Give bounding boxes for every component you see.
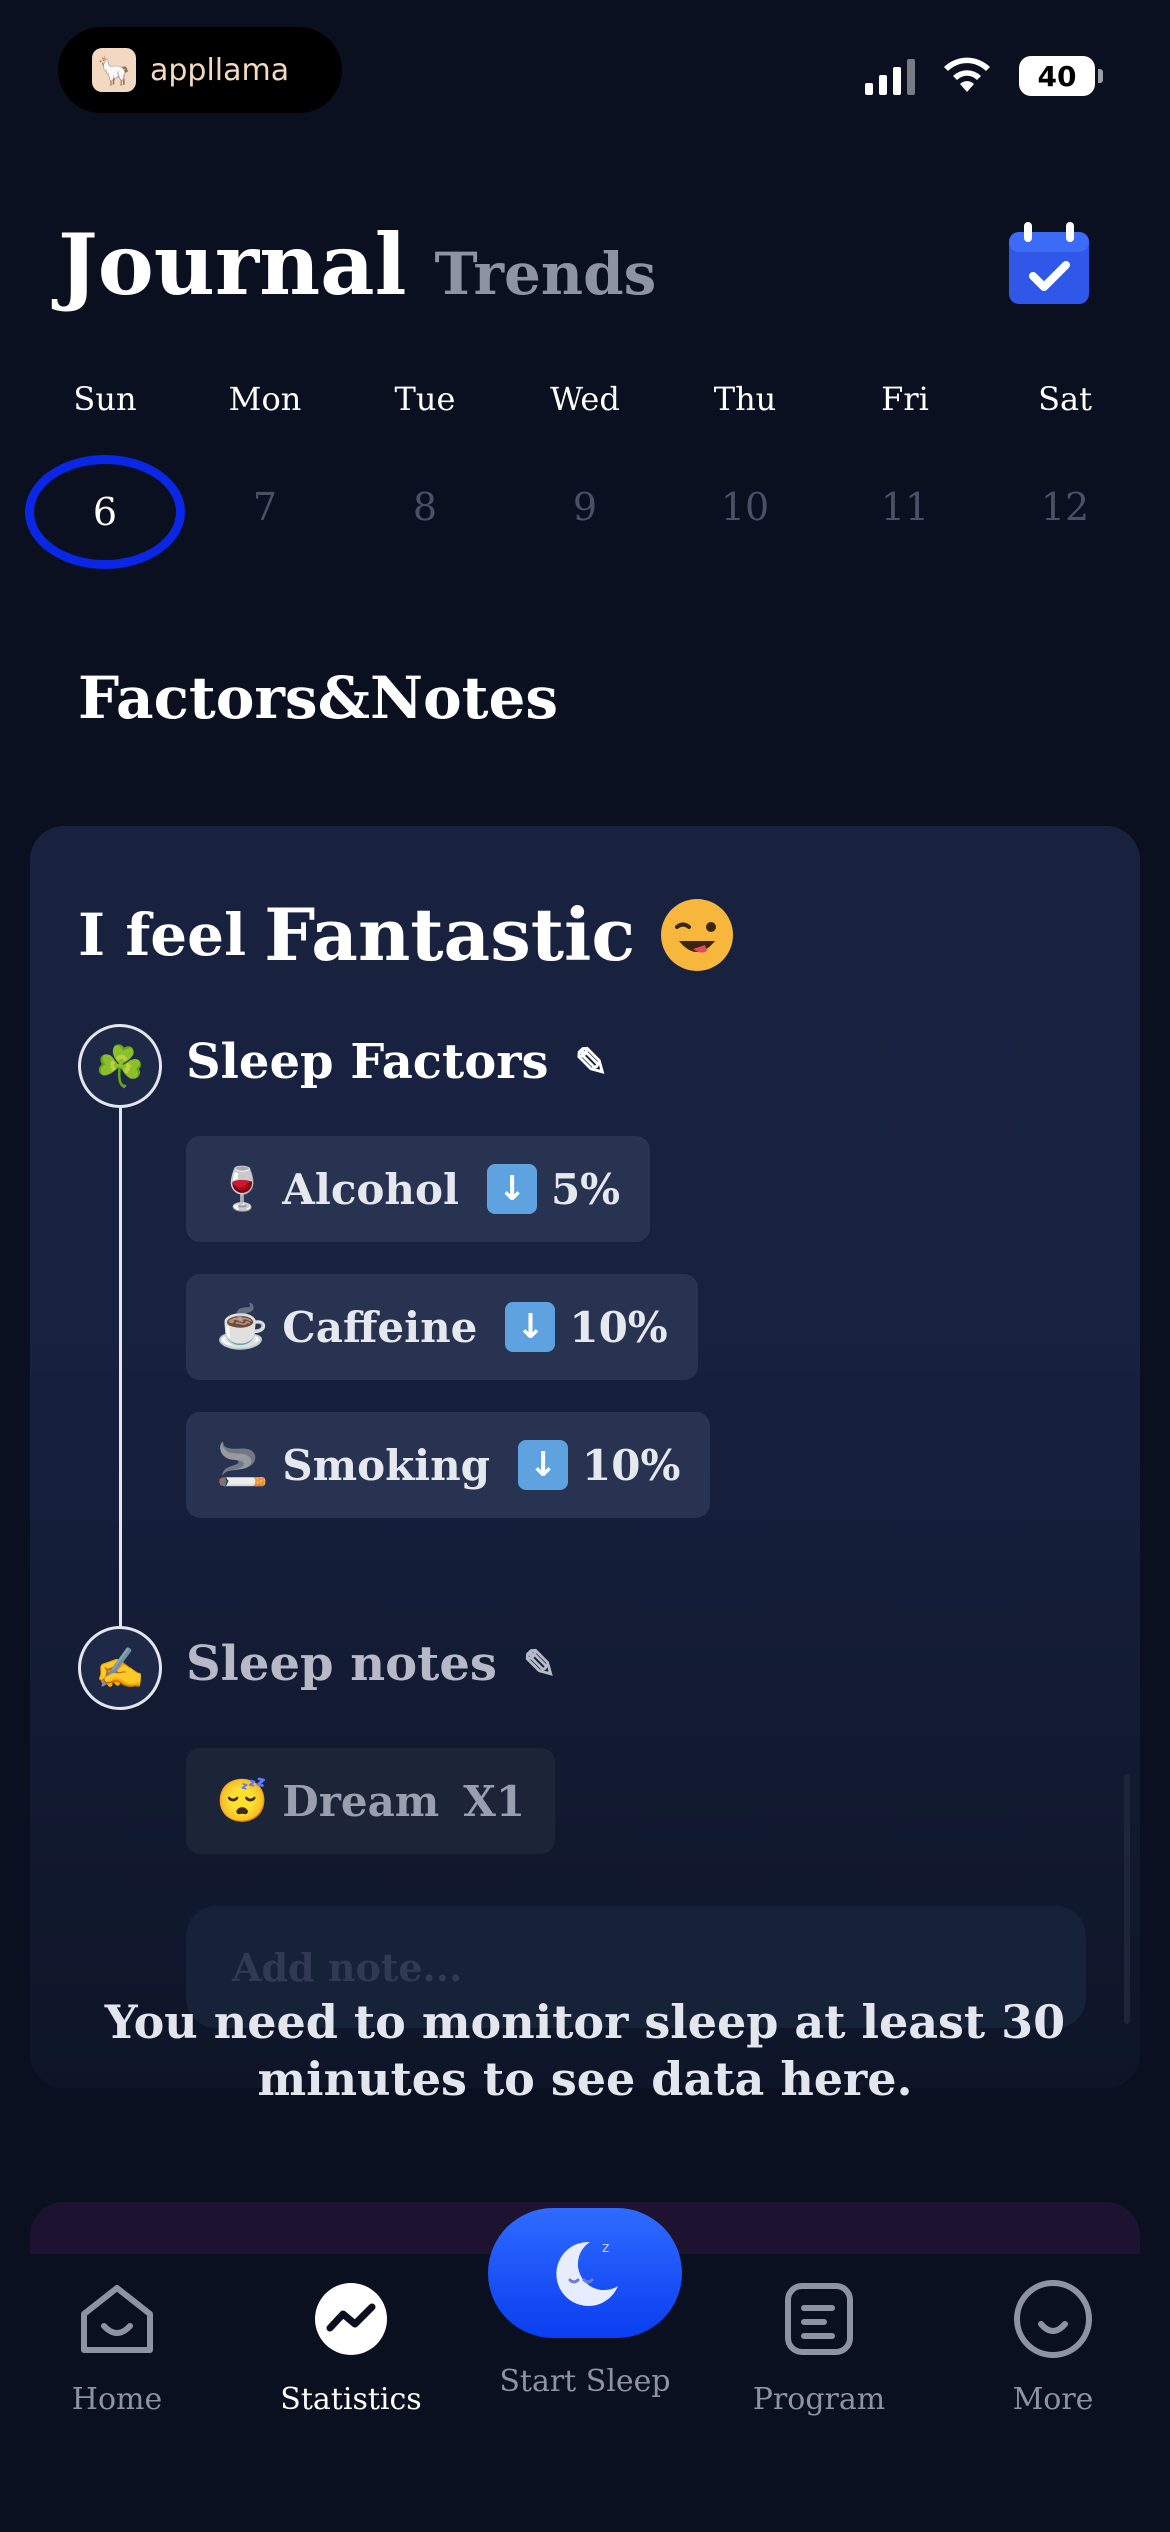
mood-prefix: I feel xyxy=(78,900,247,969)
no-data-message: You need to monitor sleep at least 30 mi… xyxy=(104,1995,1066,2106)
down-arrow-icon: ↓ xyxy=(505,1302,556,1352)
factor-label: Smoking xyxy=(282,1440,491,1490)
factor-chip-alcohol[interactable]: 🍷 Alcohol ↓ 5% xyxy=(186,1136,651,1242)
factors-notes-card: I feel Fantastic ☘️ Sleep Factors ✎ 🍷 Al… xyxy=(30,826,1140,2106)
tab-label: Program xyxy=(752,2382,886,2417)
calendar-check-icon[interactable] xyxy=(1006,220,1092,308)
note-chip-dream[interactable]: 😴 Dream X1 xyxy=(186,1748,556,1854)
date-item[interactable]: 10 xyxy=(665,455,825,559)
note-count: X1 xyxy=(463,1776,526,1826)
factor-value: 10% xyxy=(569,1302,668,1352)
edit-notes-pencil-icon[interactable]: ✎ xyxy=(523,1641,557,1688)
page-header: Journal Trends xyxy=(58,215,656,314)
tab-label: More xyxy=(1012,2382,1094,2417)
tab-program[interactable]: Program xyxy=(702,2274,936,2417)
recording-pill: 🦙 appllama xyxy=(58,27,342,113)
battery-icon: 40 xyxy=(1019,56,1103,96)
date-item[interactable]: 12 xyxy=(985,455,1145,559)
cigarette-icon: 🚬 xyxy=(216,1440,269,1489)
home-icon xyxy=(81,2285,153,2353)
mood-heading: I feel Fantastic xyxy=(78,892,735,977)
weekday-label: Sat xyxy=(1038,380,1092,418)
svg-text:z: z xyxy=(602,2240,609,2256)
factor-label: Caffeine xyxy=(282,1302,478,1352)
sleep-notes-title: Sleep notes xyxy=(186,1636,497,1692)
scrollbar[interactable] xyxy=(1124,1774,1130,2024)
program-document-icon xyxy=(785,2283,853,2355)
factor-chip-caffeine[interactable]: ☕ Caffeine ↓ 10% xyxy=(186,1274,698,1380)
tab-label: Home xyxy=(71,2382,163,2417)
smile-circle-icon xyxy=(1014,2280,1092,2358)
date-item[interactable]: 8 xyxy=(345,455,505,559)
date-item[interactable]: 11 xyxy=(825,455,985,559)
battery-level: 40 xyxy=(1037,59,1077,93)
weekday-label: Wed xyxy=(550,380,620,418)
weekday-label: Fri xyxy=(881,380,929,418)
start-sleep-button[interactable]: z xyxy=(488,2208,682,2338)
weekday-row: Sun Mon Tue Wed Thu Fri Sat xyxy=(25,380,1145,418)
moon-icon: z xyxy=(556,2240,618,2306)
down-arrow-icon: ↓ xyxy=(518,1440,569,1490)
date-item[interactable]: 9 xyxy=(505,455,665,559)
date-selected[interactable]: 6 xyxy=(25,455,185,569)
date-row: 6 7 8 9 10 11 12 xyxy=(25,455,1145,569)
weekday-label: Tue xyxy=(394,380,456,418)
writing-hand-icon: ✍️ xyxy=(78,1626,162,1710)
coffee-cup-icon: ☕ xyxy=(216,1302,269,1351)
sleep-notes-header: Sleep notes ✎ xyxy=(186,1636,556,1692)
date-item[interactable]: 7 xyxy=(185,455,345,559)
cellular-signal-icon xyxy=(865,57,915,95)
sleep-factors-header: Sleep Factors ✎ xyxy=(186,1034,608,1090)
status-icons: 40 xyxy=(865,56,1103,96)
llama-logo-icon: 🦙 xyxy=(92,48,136,92)
tab-trends[interactable]: Trends xyxy=(435,240,657,308)
bottom-tab-bar: Home Statistics z Start Sleep Program Mo… xyxy=(0,2208,1170,2532)
factor-value: 5% xyxy=(550,1164,621,1214)
edit-factors-pencil-icon[interactable]: ✎ xyxy=(575,1039,609,1086)
down-arrow-icon: ↓ xyxy=(486,1164,537,1214)
winking-face-icon xyxy=(661,898,734,971)
tab-home[interactable]: Home xyxy=(0,2274,234,2417)
tab-more[interactable]: More xyxy=(936,2274,1170,2417)
factor-value: 10% xyxy=(582,1440,681,1490)
timeline-line xyxy=(119,1028,122,1636)
tab-statistics[interactable]: Statistics xyxy=(234,2274,468,2417)
mood-value: Fantastic xyxy=(264,892,636,977)
factor-label: Alcohol xyxy=(282,1164,459,1214)
section-title: Factors&Notes xyxy=(78,664,559,732)
sleeping-face-icon: 😴 xyxy=(216,1776,269,1825)
weekday-label: Mon xyxy=(228,380,302,418)
wifi-icon xyxy=(944,57,990,92)
note-label: Dream xyxy=(282,1776,440,1826)
weekday-label: Sun xyxy=(73,380,137,418)
trend-chart-icon xyxy=(315,2283,387,2355)
clover-icon: ☘️ xyxy=(78,1024,162,1108)
weekday-label: Thu xyxy=(713,380,777,418)
tab-label: Statistics xyxy=(280,2382,422,2417)
tab-journal[interactable]: Journal xyxy=(58,215,407,314)
brand-label: appllama xyxy=(150,52,290,88)
wine-glass-icon: 🍷 xyxy=(216,1164,269,1213)
sleep-factors-title: Sleep Factors xyxy=(186,1034,549,1090)
factor-chip-smoking[interactable]: 🚬 Smoking ↓ 10% xyxy=(186,1412,711,1518)
start-sleep-label: Start Sleep xyxy=(499,2364,671,2399)
